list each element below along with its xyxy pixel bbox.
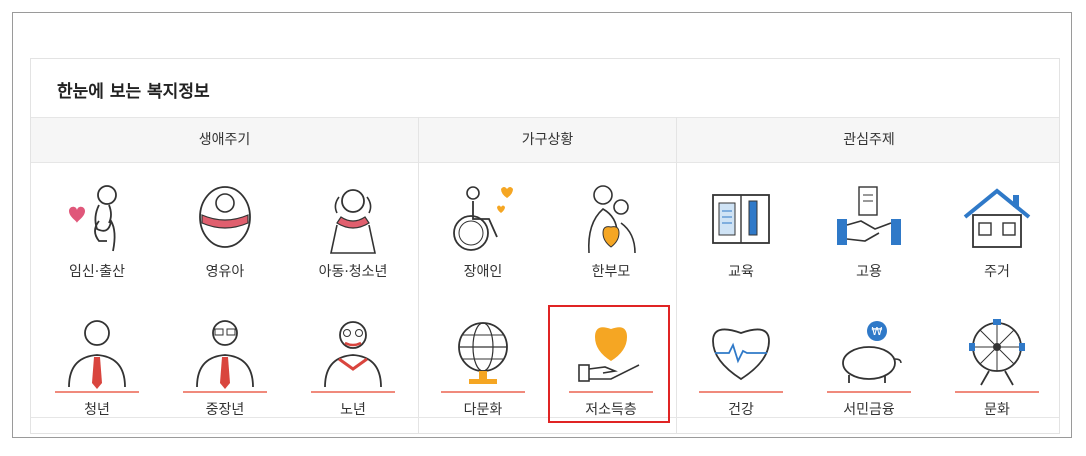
pregnant-woman-icon <box>69 185 117 252</box>
globe-icon <box>458 322 508 384</box>
welfare-info-panel: 한눈에 보는 복지정보 생애주기 가구상황 관심주제 임신·출산 영유아 아동·… <box>30 58 1060 434</box>
item-label: 임신·출산 <box>69 264 125 280</box>
item-young-adult[interactable]: 청년 <box>37 307 157 427</box>
bottom-divider <box>31 417 1059 418</box>
item-housing[interactable]: 주거 <box>937 173 1057 293</box>
item-label: 서민금융 <box>843 402 895 418</box>
item-label: 다문화 <box>463 402 503 418</box>
item-label: 청년 <box>84 402 110 418</box>
item-employment[interactable]: 고용 <box>809 173 929 293</box>
piggy-bank-icon: ₩ <box>842 321 902 383</box>
middle-aged-man-icon <box>196 320 254 389</box>
item-health[interactable]: 건강 <box>681 307 801 427</box>
item-label: 아동·청소년 <box>318 264 388 280</box>
group-divider <box>676 117 677 433</box>
item-elderly[interactable]: 노년 <box>293 307 413 427</box>
item-label: 장애인 <box>463 264 503 280</box>
item-culture[interactable]: 문화 <box>937 307 1057 427</box>
item-label: 주거 <box>984 264 1010 280</box>
group-interest-tab[interactable]: 관심주제 <box>676 118 1059 162</box>
item-disabled[interactable]: 장애인 <box>423 173 543 293</box>
item-underline <box>311 391 395 393</box>
item-child-youth[interactable]: 아동·청소년 <box>293 173 413 293</box>
swaddled-baby-icon <box>199 186 251 248</box>
item-underline <box>441 391 525 393</box>
selected-item-highlight <box>548 305 670 423</box>
item-label: 문화 <box>984 402 1010 418</box>
item-education[interactable]: 교육 <box>681 173 801 293</box>
book-pencil-icon <box>712 194 770 244</box>
item-single-parent[interactable]: 한부모 <box>551 173 671 293</box>
house-icon <box>963 188 1031 248</box>
item-middle-aged[interactable]: 중장년 <box>165 307 285 427</box>
item-underline <box>55 391 139 393</box>
svg-text:₩: ₩ <box>872 325 883 338</box>
heart-pulse-icon <box>712 328 770 381</box>
elderly-man-icon <box>324 321 382 388</box>
item-label: 건강 <box>728 402 754 418</box>
item-label: 중장년 <box>205 402 245 418</box>
item-label: 노년 <box>340 402 366 418</box>
item-label: 영유아 <box>205 264 245 280</box>
ferris-wheel-icon <box>969 319 1025 386</box>
group-divider <box>418 117 419 433</box>
panel-title: 한눈에 보는 복지정보 <box>57 82 210 102</box>
handshake-building-icon <box>837 186 901 245</box>
wheelchair-icon <box>453 186 513 251</box>
group-life-cycle-tab[interactable]: 생애주기 <box>31 118 418 162</box>
item-infant[interactable]: 영유아 <box>165 173 285 293</box>
item-label: 고용 <box>856 264 882 280</box>
item-finance[interactable]: ₩ 서민금융 <box>809 307 929 427</box>
item-label: 한부모 <box>591 264 631 280</box>
item-underline <box>699 391 783 393</box>
category-header-row: 생애주기 가구상황 관심주제 <box>31 117 1059 163</box>
young-man-icon <box>68 320 126 389</box>
item-pregnancy[interactable]: 임신·출산 <box>37 173 157 293</box>
girl-child-icon <box>330 189 376 254</box>
item-underline <box>955 391 1039 393</box>
parent-child-icon <box>587 185 636 254</box>
group-household-tab[interactable]: 가구상황 <box>418 118 676 162</box>
item-underline <box>827 391 911 393</box>
item-multicultural[interactable]: 다문화 <box>423 307 543 427</box>
item-label: 교육 <box>728 264 754 280</box>
item-underline <box>183 391 267 393</box>
